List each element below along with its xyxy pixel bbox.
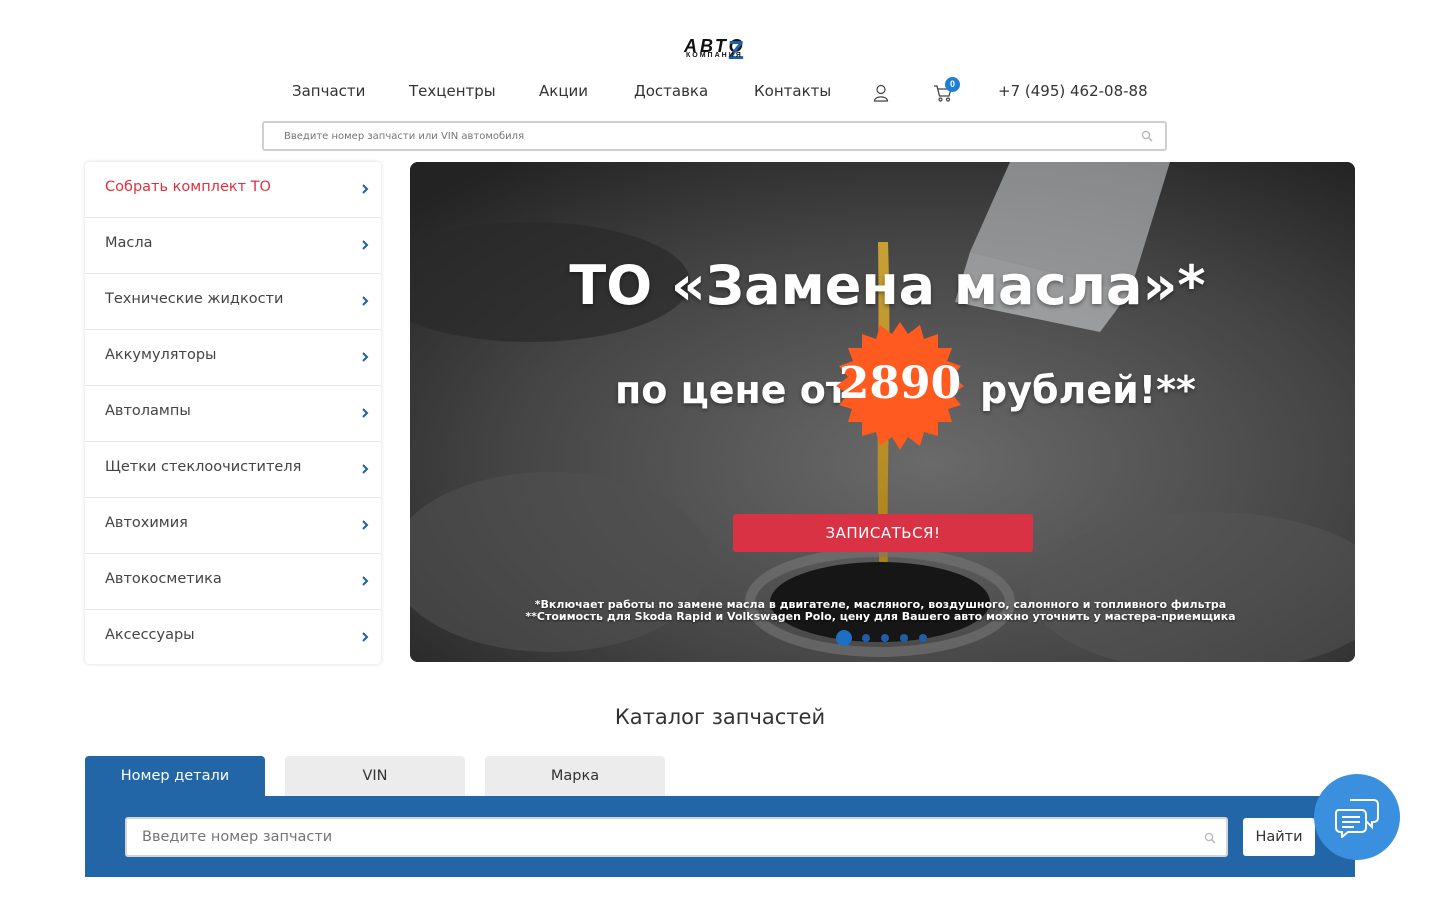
chat-icon <box>1334 799 1379 838</box>
find-button[interactable]: Найти <box>1243 818 1315 856</box>
tab-brand[interactable]: Марка <box>485 756 665 796</box>
sidebar-item-chemicals[interactable]: Автохимия <box>85 498 381 554</box>
sidebar-item-accessories[interactable]: Аксессуары <box>85 610 381 666</box>
sidebar-item-lamps[interactable]: Автолампы <box>85 386 381 442</box>
sidebar-item-maintenance-kit[interactable]: Собрать комплект ТО <box>85 162 381 218</box>
sidebar-item-cosmetics[interactable]: Автокосметика <box>85 554 381 610</box>
sidebar-item-label: Аккумуляторы <box>105 347 217 363</box>
part-search-box <box>125 817 1228 857</box>
site-logo[interactable]: АВТО Z КОМПАНИЯ <box>684 36 764 64</box>
banner-price-suffix: рублей!** <box>980 368 1196 412</box>
chevron-right-icon <box>362 632 369 642</box>
slider-dot[interactable] <box>900 634 908 642</box>
user-icon[interactable] <box>873 84 889 102</box>
phone-link[interactable]: +7 (495) 462-08-88 <box>998 82 1148 100</box>
catalog-title: Каталог запчастей <box>614 705 826 729</box>
nav-item-parts[interactable]: Запчасти <box>292 82 365 100</box>
chevron-right-icon <box>362 408 369 418</box>
chevron-right-icon <box>362 184 369 194</box>
top-search-input[interactable] <box>284 127 1124 145</box>
chevron-right-icon <box>362 576 369 586</box>
chevron-right-icon <box>362 296 369 306</box>
sidebar-item-label: Автолампы <box>105 403 191 419</box>
top-search-bar <box>262 121 1167 151</box>
nav-item-promotions[interactable]: Акции <box>539 82 588 100</box>
sidebar-item-label: Аксессуары <box>105 627 195 643</box>
chevron-right-icon <box>362 352 369 362</box>
chevron-right-icon <box>362 520 369 530</box>
chat-widget-button[interactable] <box>1314 774 1400 860</box>
sidebar-item-label: Автокосметика <box>105 571 222 587</box>
logo-subtext: КОМПАНИЯ <box>686 52 743 59</box>
chevron-right-icon <box>362 464 369 474</box>
banner-footnote-2: **Стоимость для Skoda Rapid и Volkswagen… <box>525 610 1236 623</box>
part-number-input[interactable] <box>142 827 1182 847</box>
tab-part-number[interactable]: Номер детали <box>85 756 265 796</box>
sidebar-item-label: Технические жидкости <box>105 291 284 307</box>
nav-item-contacts[interactable]: Контакты <box>754 82 831 100</box>
slider-dot[interactable] <box>881 634 889 642</box>
nav-item-techcenters[interactable]: Техцентры <box>409 82 496 100</box>
sidebar-item-label: Масла <box>105 235 153 251</box>
sidebar-item-fluids[interactable]: Технические жидкости <box>85 274 381 330</box>
category-sidebar: Собрать комплект ТО Масла Технические жи… <box>85 162 381 664</box>
cart-count-badge: 0 <box>945 77 960 92</box>
main-nav: Запчасти Техцентры Акции Доставка Контак… <box>0 82 1440 104</box>
banner-price-prefix: по цене от <box>615 368 848 412</box>
slider-dot[interactable] <box>836 630 852 646</box>
banner-title: ТО «Замена масла»* <box>569 254 1206 317</box>
promo-banner[interactable]: ТО «Замена масла»* по цене от 2890 рубле… <box>410 162 1355 662</box>
sidebar-item-wipers[interactable]: Щетки стеклоочистителя <box>85 442 381 498</box>
sidebar-item-label: Собрать комплект ТО <box>105 179 271 195</box>
search-icon[interactable] <box>1141 130 1153 142</box>
sidebar-item-oils[interactable]: Масла <box>85 218 381 274</box>
slider-dot[interactable] <box>862 634 870 642</box>
chevron-right-icon <box>362 240 369 250</box>
search-icon <box>1204 832 1216 844</box>
banner-price: 2890 <box>838 358 962 409</box>
sidebar-item-label: Автохимия <box>105 515 188 531</box>
catalog-search-panel: Найти <box>85 796 1355 877</box>
book-service-button[interactable]: ЗАПИСАТЬСЯ! <box>733 514 1033 552</box>
sidebar-item-label: Щетки стеклоочистителя <box>105 459 302 475</box>
nav-item-delivery[interactable]: Доставка <box>634 82 708 100</box>
sidebar-item-batteries[interactable]: Аккумуляторы <box>85 330 381 386</box>
slider-dot[interactable] <box>919 634 927 642</box>
tab-vin[interactable]: VIN <box>285 756 465 796</box>
